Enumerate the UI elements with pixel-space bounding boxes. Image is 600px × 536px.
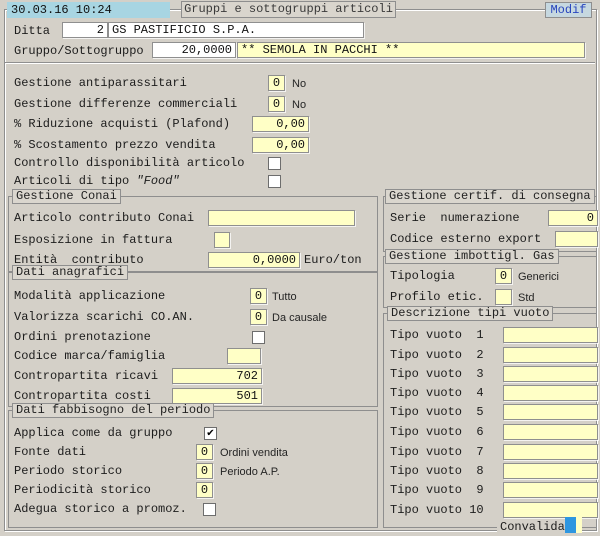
- tipo-vuoto-2-label: Tipo vuoto 2: [390, 347, 484, 363]
- profilo-label: Profilo etic.: [390, 289, 484, 305]
- periodo-desc: Periodo A.P.: [220, 464, 280, 480]
- fabbisogno-title: Dati fabbisogno del periodo: [12, 403, 214, 418]
- marca-label: Codice marca/famiglia: [14, 348, 165, 364]
- gruppo-label: Gruppo/Sottogruppo: [14, 43, 144, 59]
- serie-field[interactable]: 0: [548, 210, 598, 226]
- export-field[interactable]: [555, 231, 598, 247]
- tipo-vuoto-8-label: Tipo vuoto 8: [390, 463, 484, 479]
- periodicita-label: Periodicità storico: [14, 482, 151, 498]
- antiparassitari-field[interactable]: 0: [268, 75, 285, 91]
- adegua-checkbox[interactable]: [203, 503, 216, 516]
- tipologia-field[interactable]: 0: [495, 268, 512, 284]
- serie-label: Serie numerazione: [390, 210, 520, 226]
- conai-entita-unit: Euro/ton: [304, 252, 362, 268]
- food-label-italic: "Food": [136, 174, 179, 188]
- tipo-vuoto-9-label: Tipo vuoto 9: [390, 482, 484, 498]
- export-label: Codice esterno export: [390, 231, 541, 247]
- header-divider: [5, 62, 595, 64]
- tipo-vuoto-2-field[interactable]: [503, 347, 598, 363]
- adegua-label: Adegua storico a promoz.: [14, 501, 187, 517]
- gruppo-code-field[interactable]: 20,0000: [152, 42, 236, 58]
- costi-label: Contropartita costi: [14, 388, 151, 404]
- text-cursor[interactable]: [565, 517, 576, 533]
- app-window: 30.03.16 10:24 Gruppi e sottogruppi arti…: [0, 0, 600, 536]
- ricavi-field[interactable]: 702: [172, 368, 262, 384]
- food-checkbox[interactable]: [268, 175, 281, 188]
- conai-esposizione-label: Esposizione in fattura: [14, 232, 172, 248]
- ditta-label: Ditta: [14, 23, 50, 39]
- tipo-vuoto-3-label: Tipo vuoto 3: [390, 366, 484, 382]
- controllo-checkbox[interactable]: [268, 157, 281, 170]
- food-label-plain: Articoli di tipo: [14, 174, 136, 188]
- tipo-vuoto-3-field[interactable]: [503, 366, 598, 382]
- tipo-vuoto-8-field[interactable]: [503, 463, 598, 479]
- tipi-vuoto-title: Descrizione tipi vuoto: [387, 306, 553, 321]
- cursor-field-remainder: [576, 517, 582, 533]
- profilo-desc: Std: [518, 290, 535, 306]
- periodo-field[interactable]: 0: [196, 463, 213, 479]
- tipo-vuoto-1-label: Tipo vuoto 1: [390, 327, 484, 343]
- gruppo-name-field[interactable]: ** SEMOLA IN PACCHI **: [237, 42, 585, 58]
- food-label: Articoli di tipo "Food": [14, 173, 180, 189]
- gas-title: Gestione imbottigl. Gas: [385, 249, 559, 264]
- profilo-field[interactable]: [495, 289, 512, 305]
- tipo-vuoto-6-label: Tipo vuoto 6: [390, 424, 484, 440]
- conai-esposizione-field[interactable]: [214, 232, 230, 248]
- scostamento-label: % Scostamento prezzo vendita: [14, 137, 216, 153]
- tipo-vuoto-4-field[interactable]: [503, 385, 598, 401]
- modalita-desc: Tutto: [272, 289, 297, 305]
- conai-articolo-label: Articolo contributo Conai: [14, 210, 194, 226]
- antiparassitari-desc: No: [292, 76, 306, 92]
- fonte-desc: Ordini vendita: [220, 445, 288, 461]
- differenze-field[interactable]: 0: [268, 96, 285, 112]
- scostamento-field[interactable]: 0,00: [252, 137, 309, 153]
- tipo-vuoto-7-field[interactable]: [503, 444, 598, 460]
- periodicita-field[interactable]: 0: [196, 482, 213, 498]
- ordini-checkbox[interactable]: [252, 331, 265, 344]
- anagrafici-title: Dati anagrafici: [12, 265, 128, 280]
- tipo-vuoto-5-label: Tipo vuoto 5: [390, 404, 484, 420]
- tipologia-desc: Generici: [518, 269, 559, 285]
- page-title: Gruppi e sottogruppi articoli: [181, 1, 396, 18]
- riduzione-field[interactable]: 0,00: [252, 116, 309, 132]
- tipo-vuoto-6-field[interactable]: [503, 424, 598, 440]
- tipo-vuoto-9-field[interactable]: [503, 482, 598, 498]
- convalida-prompt[interactable]: Convalida: [497, 520, 568, 534]
- tipologia-label: Tipologia: [390, 268, 455, 284]
- certificati-title: Gestione certif. di consegna: [385, 189, 595, 204]
- differenze-label: Gestione differenze commerciali: [14, 96, 237, 112]
- periodo-label: Periodo storico: [14, 463, 122, 479]
- tipo-vuoto-1-field[interactable]: [503, 327, 598, 343]
- conai-entita-field[interactable]: 0,0000: [208, 252, 300, 268]
- fonte-label: Fonte dati: [14, 444, 86, 460]
- conai-title: Gestione Conai: [12, 189, 121, 204]
- ditta-code-field[interactable]: 2: [62, 22, 108, 38]
- applica-label: Applica come da gruppo: [14, 425, 172, 441]
- conai-articolo-field[interactable]: [208, 210, 355, 226]
- modalita-field[interactable]: 0: [250, 288, 267, 304]
- valorizza-field[interactable]: 0: [250, 309, 267, 325]
- datetime-display: 30.03.16 10:24: [7, 2, 170, 18]
- marca-field[interactable]: [227, 348, 261, 364]
- controllo-label: Controllo disponibilità articolo: [14, 155, 244, 171]
- mode-badge[interactable]: Modif: [545, 2, 592, 18]
- riduzione-label: % Riduzione acquisti (Plafond): [14, 116, 230, 132]
- differenze-desc: No: [292, 97, 306, 113]
- tipo-vuoto-4-label: Tipo vuoto 4: [390, 385, 484, 401]
- valorizza-desc: Da causale: [272, 310, 327, 326]
- ordini-label: Ordini prenotazione: [14, 329, 151, 345]
- valorizza-label: Valorizza scarichi CO.AN.: [14, 309, 194, 325]
- antiparassitari-label: Gestione antiparassitari: [14, 75, 187, 91]
- ditta-name-field[interactable]: GS PASTIFICIO S.P.A.: [108, 22, 364, 38]
- tipo-vuoto-7-label: Tipo vuoto 7: [390, 444, 484, 460]
- fonte-field[interactable]: 0: [196, 444, 213, 460]
- tipo-vuoto-10-label: Tipo vuoto 10: [390, 502, 484, 518]
- costi-field[interactable]: 501: [172, 388, 262, 404]
- ricavi-label: Contropartita ricavi: [14, 368, 158, 384]
- applica-checkbox[interactable]: [204, 427, 217, 440]
- tipo-vuoto-5-field[interactable]: [503, 404, 598, 420]
- tipo-vuoto-10-field[interactable]: [503, 502, 598, 518]
- modalita-label: Modalità applicazione: [14, 288, 165, 304]
